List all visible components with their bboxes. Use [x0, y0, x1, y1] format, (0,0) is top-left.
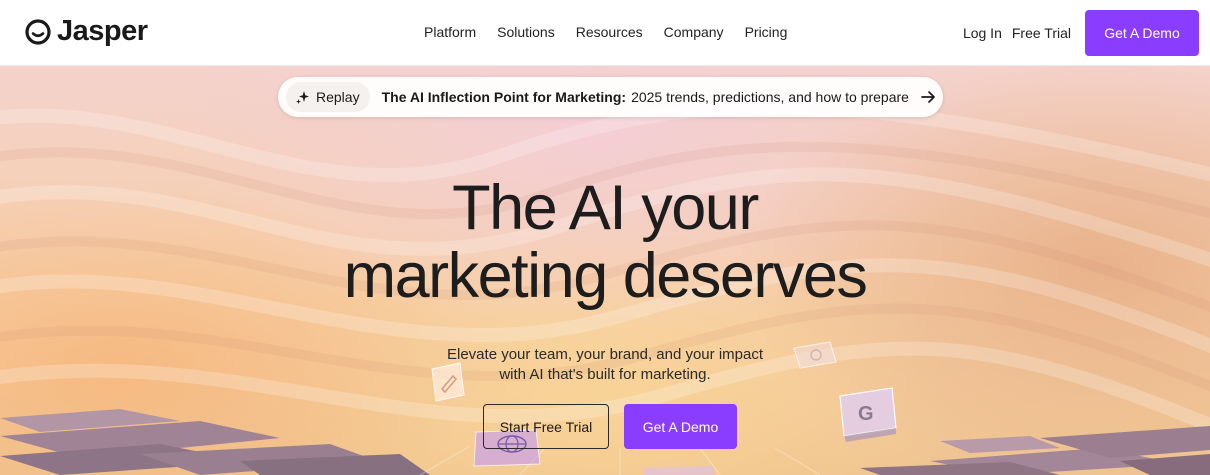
headline-line-1: The AI your — [452, 173, 759, 243]
arrow-right-icon — [921, 90, 937, 104]
nav-actions: Log In Free Trial Get A Demo — [963, 10, 1199, 56]
block-floor-left — [0, 409, 430, 475]
hero-section: G Replay The AI Inflection Point for Mar… — [0, 66, 1210, 475]
main-menu: Platform Solutions Resources Company Pri… — [424, 24, 787, 40]
jasper-logo[interactable]: Jasper — [24, 15, 148, 48]
google-tile-icon: G — [839, 387, 897, 442]
block-floor-right — [860, 426, 1210, 475]
subtitle-line-1: Elevate your team, your brand, and your … — [447, 346, 763, 363]
menu-item-pricing[interactable]: Pricing — [745, 24, 788, 40]
menu-item-company[interactable]: Company — [664, 24, 724, 40]
subtitle-line-2: with AI that's built for marketing. — [499, 366, 711, 383]
headline-line-2: marketing deserves — [343, 241, 868, 311]
get-demo-button[interactable]: Get A Demo — [1085, 10, 1199, 56]
floor-tile-center — [644, 466, 714, 475]
logo-wordmark: Jasper — [57, 15, 148, 47]
google-tile-letter: G — [858, 403, 874, 425]
hero-subtitle: Elevate your team, your brand, and your … — [0, 345, 1210, 385]
menu-item-platform[interactable]: Platform — [424, 24, 476, 40]
free-trial-link[interactable]: Free Trial — [1012, 25, 1071, 41]
login-link[interactable]: Log In — [963, 25, 1002, 41]
replay-tag: Replay — [286, 82, 370, 112]
menu-item-resources[interactable]: Resources — [576, 24, 643, 40]
top-navbar: Jasper Platform Solutions Resources Comp… — [0, 0, 1210, 66]
hero-get-demo-button[interactable]: Get A Demo — [624, 404, 737, 449]
jasper-logo-icon — [25, 18, 51, 45]
announcement-banner[interactable]: Replay The AI Inflection Point for Marke… — [278, 77, 943, 117]
sparkle-icon — [296, 91, 309, 104]
announcement-text: 2025 trends, predictions, and how to pre… — [631, 89, 909, 105]
hero-headline: The AI your marketing deserves — [0, 174, 1210, 310]
menu-item-solutions[interactable]: Solutions — [497, 24, 555, 40]
replay-tag-label: Replay — [316, 89, 360, 105]
start-free-trial-button[interactable]: Start Free Trial — [483, 404, 609, 449]
announcement-title: The AI Inflection Point for Marketing: — [381, 89, 627, 105]
